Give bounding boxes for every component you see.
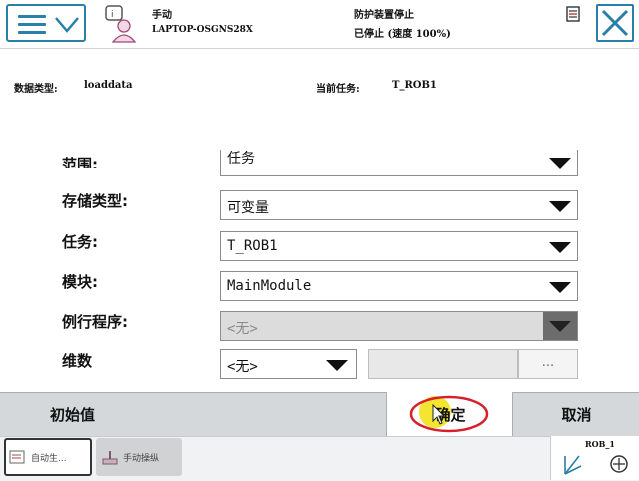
close-icon (601, 9, 629, 37)
mode-text: 手动 (152, 10, 172, 21)
current-task-label: 当前任务: (316, 84, 360, 95)
program-icon (9, 450, 25, 464)
cancel-button[interactable]: 取消 (514, 392, 639, 436)
routine-label: 例行程序: (62, 313, 128, 331)
storage-type-label: 存储类型: (62, 192, 128, 210)
module-value: MainModule (227, 278, 312, 294)
routine-select: <无> (220, 311, 578, 341)
scope-select[interactable]: 任务 (220, 150, 578, 176)
top-status-bar (0, 0, 639, 49)
scope-value: 任务 (227, 151, 255, 167)
host-text: LAPTOP-OSGNS28X (152, 25, 253, 35)
initial-value-button[interactable]: 初始值 (0, 392, 145, 436)
dimension-label: 维数 (62, 352, 93, 370)
quickset-robot-button[interactable]: ROB_1 (550, 436, 639, 480)
task-select[interactable]: T_ROB1 (220, 231, 578, 261)
task-value: T_ROB1 (227, 238, 278, 254)
module-select[interactable]: MainModule (220, 271, 578, 301)
dropdown-arrow-icon (549, 158, 571, 169)
module-label: 模块: (62, 273, 98, 291)
dimension-value: <无> (227, 359, 258, 375)
svg-text:i: i (111, 10, 114, 20)
ok-button[interactable]: 确定 (386, 392, 513, 436)
dimension-input (368, 349, 518, 379)
abb-menu-button[interactable] (6, 4, 86, 42)
coordinate-system-icon (564, 455, 628, 475)
safety-status-text: 防护装置停止 (354, 10, 414, 21)
operator-status-icon[interactable]: i (98, 4, 140, 44)
document-icon[interactable] (565, 6, 581, 22)
ok-button-label: 确定 (435, 405, 466, 424)
datatype-label: 数据类型: (14, 84, 58, 95)
taskbar-item-auto-label: 自动生... (31, 453, 67, 464)
dropdown-arrow-icon (549, 201, 571, 212)
jog-icon (102, 451, 118, 465)
taskbar-item-jog-label: 手动操纵 (123, 453, 160, 464)
hamburger-icon (18, 15, 46, 39)
dropdown-arrow-icon (549, 242, 571, 253)
task-label: 任务: (62, 233, 98, 251)
dropdown-arrow-icon (549, 282, 571, 293)
dimension-more-button: ... (518, 349, 578, 379)
dimension-select[interactable]: <无> (220, 349, 357, 379)
dropdown-arrow-icon (549, 321, 571, 332)
datatype-value: loaddata (84, 80, 133, 91)
taskbar-item-jog[interactable]: 手动操纵 (96, 438, 182, 476)
scope-label: 范围: (62, 156, 98, 168)
storage-type-select[interactable]: 可变量 (220, 190, 578, 220)
taskbar-item-auto[interactable]: 自动生... (4, 438, 92, 476)
dropdown-arrow-icon (326, 360, 348, 371)
mouse-cursor-icon (432, 404, 446, 425)
close-button[interactable] (596, 4, 634, 42)
run-state-text: 已停止 (速度 100%) (354, 29, 451, 40)
storage-type-value: 可变量 (227, 200, 269, 216)
routine-value: <无> (227, 321, 258, 337)
current-task-value: T_ROB1 (392, 80, 437, 91)
chevron-down-icon (55, 17, 79, 33)
